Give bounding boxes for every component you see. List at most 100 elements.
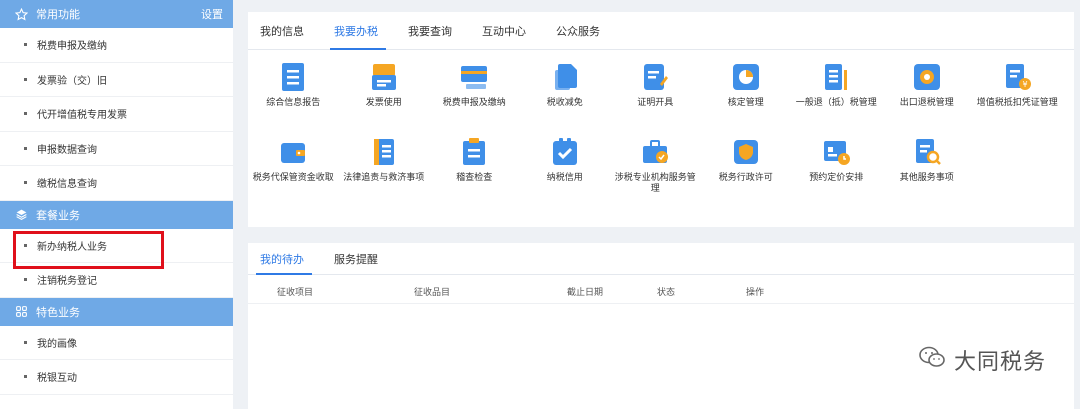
bullet xyxy=(24,278,27,282)
service-tile[interactable]: 出口退税管理 xyxy=(882,62,973,137)
service-label: 税收减免 xyxy=(546,98,583,108)
service-tile[interactable]: 纳税信用 xyxy=(520,137,611,212)
documents-icon xyxy=(550,62,580,92)
service-tile[interactable]: 综合信息报告 xyxy=(248,62,339,137)
service-tile[interactable]: 证明开具 xyxy=(610,62,701,137)
service-tile[interactable]: 涉税专业机构服务管理 xyxy=(610,137,701,212)
tab-my-info[interactable]: 我的信息 xyxy=(260,12,320,49)
sidebar-item[interactable]: 发票验（交）旧 xyxy=(0,63,233,97)
column-header: 操作 xyxy=(746,288,765,298)
service-label: 预约定价安排 xyxy=(809,173,864,183)
gear-icon xyxy=(912,62,942,92)
todo-panel: 我的待办 服务提醒 征收项目 征收品目 截止日期 状态 操作 xyxy=(248,243,1074,409)
tab-bar: 我的信息 我要办税 我要查询 互动中心 公众服务 xyxy=(248,12,1074,50)
service-label: 其他服务事项 xyxy=(899,173,954,183)
report-icon xyxy=(278,62,308,92)
service-label: 税务代保管资金收取 xyxy=(252,173,334,183)
bullet xyxy=(24,243,27,247)
service-label: 税务行政许可 xyxy=(718,173,773,183)
sidebar-item[interactable]: 税费申报及缴纳 xyxy=(0,28,233,63)
section-header-package[interactable]: 套餐业务 xyxy=(0,200,233,229)
sidebar-item[interactable]: 我的画像 xyxy=(0,326,233,360)
service-label: 稽查检查 xyxy=(456,173,493,183)
service-label: 税费申报及缴纳 xyxy=(442,98,506,108)
wechat-icon xyxy=(918,345,946,375)
service-tile[interactable]: 一般退（抵）税管理 xyxy=(791,62,882,137)
sidebar-item-label: 税银互动 xyxy=(37,373,77,385)
bullet xyxy=(24,181,27,185)
bullet xyxy=(24,43,27,47)
check-icon xyxy=(550,137,580,167)
pie-chart-icon xyxy=(731,62,761,92)
bullet xyxy=(24,112,27,116)
services-grid: 综合信息报告 发票使用 税费申报及缴纳 税收减免 证明开具 核定管理 一般退（抵… xyxy=(248,50,1074,212)
service-tile[interactable]: 税费申报及缴纳 xyxy=(429,62,520,137)
service-label: 综合信息报告 xyxy=(266,98,321,108)
service-label: 证明开具 xyxy=(637,98,674,108)
sidebar-item-label: 注销税务登记 xyxy=(37,276,97,288)
sidebar-item[interactable]: 税银互动 xyxy=(0,360,233,395)
service-tile[interactable]: 税务代保管资金收取 xyxy=(248,137,339,212)
column-header: 征收项目 xyxy=(277,288,314,298)
service-label: 法律追责与救济事项 xyxy=(343,173,425,183)
book-icon xyxy=(369,137,399,167)
service-tile[interactable]: ¥ 增值税抵扣凭证管理 xyxy=(972,62,1063,137)
section-header-special[interactable]: 特色业务 xyxy=(0,297,233,326)
sidebar-item-label: 发票验（交）旧 xyxy=(37,75,107,87)
bullet xyxy=(24,375,27,379)
sidebar-item[interactable]: 代开增值税专用发票 xyxy=(0,97,233,132)
sidebar-item-label: 新办纳税人业务 xyxy=(37,241,107,253)
search-document-icon xyxy=(912,137,942,167)
layers-icon xyxy=(14,208,28,222)
card-icon xyxy=(459,62,489,92)
sidebar-item-label: 我的画像 xyxy=(37,338,77,350)
service-tile[interactable]: 税务行政许可 xyxy=(701,137,792,212)
star-icon xyxy=(14,7,28,21)
sidebar-item-new-taxpayer[interactable]: 新办纳税人业务 xyxy=(0,229,233,268)
sidebar-item[interactable]: 申报数据查询 xyxy=(0,132,233,166)
section-header-common[interactable]: 常用功能 设置 xyxy=(0,0,233,28)
grid-icon xyxy=(14,305,28,319)
tab-service-reminder[interactable]: 服务提醒 xyxy=(334,243,394,274)
bullet xyxy=(24,146,27,150)
service-tile[interactable]: 核定管理 xyxy=(701,62,792,137)
pen-document-icon xyxy=(640,62,670,92)
sidebar: 常用功能 设置 税费申报及缴纳 发票验（交）旧 代开增值税专用发票 申报数据查询… xyxy=(0,0,233,409)
column-header: 状态 xyxy=(657,288,676,298)
service-label: 出口退税管理 xyxy=(899,98,954,108)
sidebar-item-label: 缴税信息查询 xyxy=(37,179,97,191)
service-label: 增值税抵扣凭证管理 xyxy=(976,98,1058,108)
yen-document-icon: ¥ xyxy=(1002,62,1032,92)
tab-bar: 我的待办 服务提醒 xyxy=(248,243,1074,275)
column-header: 征收品目 xyxy=(414,288,451,298)
section-title: 常用功能 xyxy=(36,8,80,21)
services-panel: 我的信息 我要办税 我要查询 互动中心 公众服务 综合信息报告 发票使用 税费申… xyxy=(248,12,1074,227)
service-label: 发票使用 xyxy=(365,98,402,108)
service-tile[interactable]: 发票使用 xyxy=(339,62,430,137)
tab-query[interactable]: 我要查询 xyxy=(408,12,468,49)
tab-interaction[interactable]: 互动中心 xyxy=(482,12,542,49)
tab-public-service[interactable]: 公众服务 xyxy=(556,12,616,49)
invoice-icon xyxy=(369,62,399,92)
tab-do-tax[interactable]: 我要办税 xyxy=(330,12,394,50)
clipboard-icon xyxy=(459,137,489,167)
svg-text:¥: ¥ xyxy=(1023,80,1028,89)
watermark: 大同税务 xyxy=(918,344,1046,376)
service-tile[interactable]: 其他服务事项 xyxy=(882,137,973,212)
service-tile[interactable]: 预约定价安排 xyxy=(791,137,882,212)
column-header: 截止日期 xyxy=(567,288,604,298)
service-label: 核定管理 xyxy=(727,98,764,108)
service-tile[interactable]: 法律追责与救济事项 xyxy=(339,137,430,212)
calendar-clock-icon xyxy=(821,137,851,167)
settings-link[interactable]: 设置 xyxy=(201,6,223,22)
wallet-icon xyxy=(278,137,308,167)
tab-my-todo[interactable]: 我的待办 xyxy=(256,243,320,275)
watermark-text: 大同税务 xyxy=(953,350,1046,375)
sidebar-item-label: 税费申报及缴纳 xyxy=(37,41,107,53)
sidebar-item[interactable]: 缴税信息查询 xyxy=(0,166,233,201)
service-tile[interactable]: 税收减免 xyxy=(520,62,611,137)
briefcase-icon xyxy=(640,137,670,167)
service-label: 纳税信用 xyxy=(546,173,583,183)
shield-icon xyxy=(731,137,761,167)
service-tile[interactable]: 稽查检查 xyxy=(429,137,520,212)
